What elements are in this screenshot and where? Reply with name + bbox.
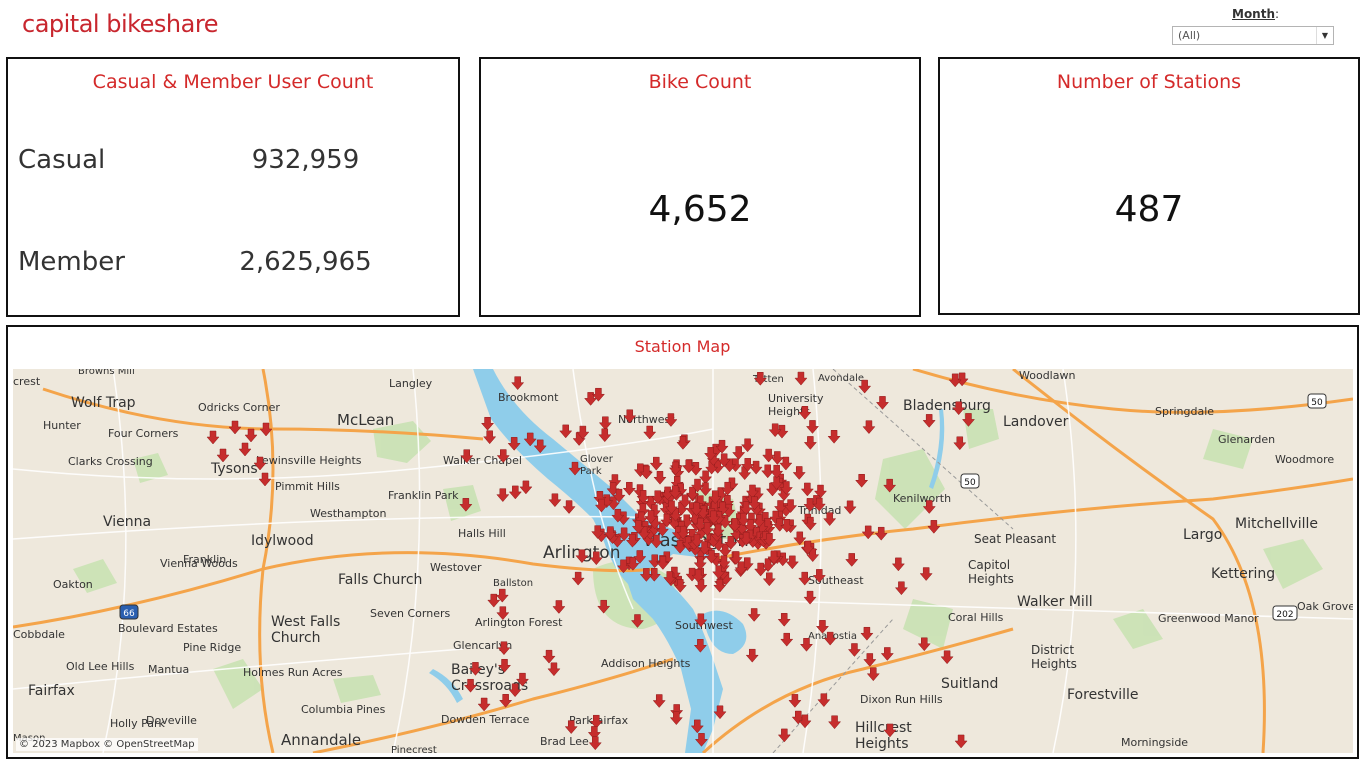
place-label: Mitchellville: [1235, 516, 1318, 532]
month-filter-label: Month:: [1232, 7, 1280, 21]
place-label: Kettering: [1211, 566, 1275, 582]
place-label: Suitland: [941, 676, 998, 692]
place-label: Four Corners: [108, 427, 179, 440]
place-label: Westhampton: [310, 507, 386, 520]
route-shield-icon: 202: [1272, 605, 1298, 621]
place-label: Coral Hills: [948, 611, 1004, 624]
place-label: Pinecrest: [391, 745, 437, 753]
place-label: Avondale: [818, 373, 864, 384]
place-label: Arlington Forest: [475, 616, 563, 629]
place-label: Westover: [430, 561, 482, 574]
place-label: Vienna Woods: [160, 557, 238, 570]
place-label: Largo: [1183, 527, 1222, 543]
place-label: Cobbdale: [13, 628, 65, 641]
place-label: Bladensburg: [903, 398, 991, 414]
stations-card: Number of Stations 487: [938, 57, 1360, 315]
place-label: Glenarden: [1218, 433, 1275, 446]
place-label: Idylwood: [251, 533, 314, 549]
place-label: Seven Corners: [370, 607, 450, 620]
place-label: Franklin Park: [388, 489, 459, 502]
place-label: Falls Church: [338, 572, 422, 588]
member-label: Member: [18, 247, 125, 277]
place-label: Ballston: [493, 578, 533, 589]
place-label: Wolf Trap: [71, 395, 136, 411]
place-label: Mantua: [148, 663, 189, 676]
place-label: Walker Chapel: [443, 454, 522, 467]
place-label: Tysons: [210, 461, 258, 477]
place-label: Old Lee Hills: [66, 660, 135, 673]
place-label: Oakton: [53, 578, 93, 591]
casual-label: Casual: [18, 145, 106, 175]
place-label: Holmes Run Acres: [243, 666, 343, 679]
stations-title: Number of Stations: [1056, 71, 1242, 93]
place-label: Clarks Crossing: [68, 455, 153, 468]
place-label: Halls Hill: [458, 527, 506, 540]
place-label: Hillcrest Heights: [855, 720, 912, 752]
casual-value: 932,959: [251, 145, 360, 175]
month-select-value: (All): [1178, 29, 1201, 42]
svg-text:50: 50: [964, 478, 976, 488]
svg-text:50: 50: [1311, 398, 1323, 408]
place-label: Brad Lee: [540, 735, 589, 748]
chevron-down-icon[interactable]: ▼: [1316, 27, 1333, 44]
place-label: Morningside: [1121, 736, 1188, 749]
place-label: Hunter: [43, 419, 81, 432]
route-shield-icon: 50: [1307, 393, 1327, 409]
place-label: Lewinsville Heights: [256, 454, 362, 467]
place-label: Columbia Pines: [301, 703, 386, 716]
place-label: Pimmit Hills: [275, 480, 340, 493]
place-label: Brookmont: [498, 391, 559, 404]
place-label: Kenilworth: [893, 492, 951, 505]
route-shield-icon: 50: [960, 473, 980, 489]
route-shield-icon: 66: [119, 604, 139, 620]
place-label: Oak Grove: [1297, 600, 1353, 613]
place-label: crest: [13, 375, 41, 388]
place-label: Greenwood Manor: [1158, 612, 1259, 625]
bike-count-value: 4,652: [648, 189, 752, 230]
place-label: Odricks Corner: [198, 401, 280, 414]
place-label: Landover: [1003, 414, 1069, 430]
place-label: Browns Mill: [78, 369, 135, 377]
place-label: Vienna: [103, 514, 151, 530]
place-label: Dixon Run Hills: [860, 693, 943, 706]
member-value: 2,625,965: [239, 247, 372, 277]
capital-bikeshare-logo: capital bikeshare: [22, 10, 218, 38]
place-label: Doveville: [146, 714, 197, 727]
place-label: District Heights: [1031, 643, 1077, 671]
place-label: Woodlawn: [1019, 369, 1075, 382]
station-map-card: Station Map crest Browns Mill Wolf Trap …: [6, 325, 1359, 759]
station-map-title: Station Map: [634, 337, 731, 356]
place-label: Walker Mill: [1017, 594, 1093, 610]
user-count-card: Casual & Member User Count Casual 932,95…: [6, 57, 460, 317]
place-label: Forestville: [1067, 687, 1139, 703]
place-label: Pine Ridge: [183, 641, 241, 654]
place-label: Dowden Terrace: [441, 713, 530, 726]
place-label: Annandale: [281, 731, 361, 749]
map-attribution[interactable]: © 2023 Mapbox © OpenStreetMap: [16, 738, 198, 751]
place-label: Addison Heights: [601, 657, 691, 670]
bike-count-card: Bike Count 4,652: [479, 57, 921, 317]
place-label: Woodmore: [1275, 453, 1334, 466]
place-label: Seat Pleasant: [974, 532, 1056, 546]
place-label: Langley: [389, 377, 433, 390]
month-select[interactable]: (All) ▼: [1172, 26, 1334, 45]
stations-value: 487: [1114, 189, 1184, 230]
place-label: Fairfax: [28, 683, 75, 699]
place-label: McLean: [337, 411, 394, 429]
user-count-title: Casual & Member User Count: [92, 71, 374, 93]
map-canvas[interactable]: crest Browns Mill Wolf Trap Odricks Corner H…: [13, 369, 1353, 753]
place-label: Springdale: [1155, 405, 1214, 418]
place-label: Capitol Heights: [968, 558, 1014, 586]
station-map[interactable]: crest Browns Mill Wolf Trap Odricks Corner H…: [13, 369, 1353, 753]
place-label: Boulevard Estates: [118, 622, 218, 635]
bike-count-title: Bike Count: [648, 71, 752, 93]
svg-text:66: 66: [123, 609, 135, 619]
svg-text:202: 202: [1276, 610, 1293, 620]
